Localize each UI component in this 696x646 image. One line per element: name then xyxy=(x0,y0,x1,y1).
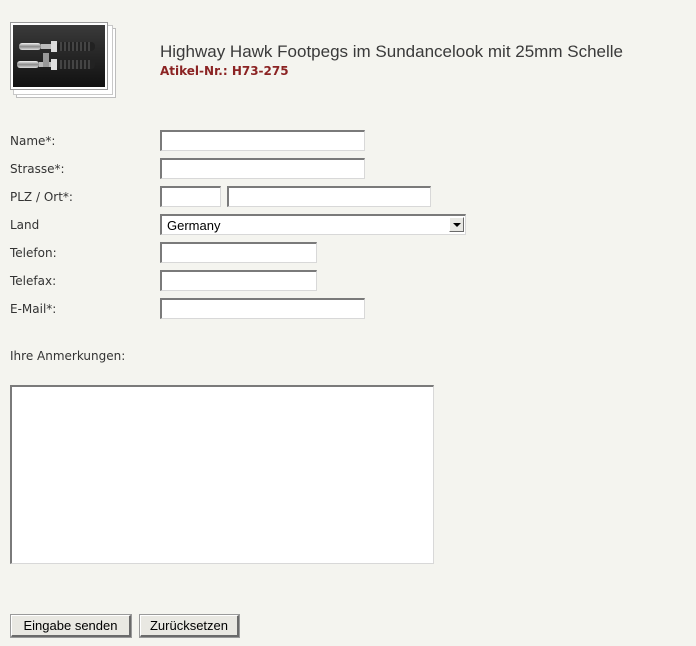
product-thumbnail[interactable] xyxy=(10,22,116,98)
country-select[interactable]: Germany xyxy=(160,214,466,235)
article-number: Atikel-Nr.: H73-275 xyxy=(160,64,289,78)
submit-button[interactable]: Eingabe senden xyxy=(10,614,132,638)
zip-city-label: PLZ / Ort*: xyxy=(10,190,73,204)
zip-input[interactable] xyxy=(160,186,221,207)
product-image xyxy=(10,22,108,90)
remarks-label: Ihre Anmerkungen: xyxy=(10,349,126,363)
country-label: Land xyxy=(10,218,40,232)
email-label: E-Mail*: xyxy=(10,302,57,316)
fax-label: Telefax: xyxy=(10,274,57,288)
country-selected-value: Germany xyxy=(167,218,221,233)
phone-label: Telefon: xyxy=(10,246,57,260)
footpeg-image-icon xyxy=(13,25,105,87)
product-title: Highway Hawk Footpegs im Sundancelook mi… xyxy=(160,42,623,61)
name-input[interactable] xyxy=(160,130,365,151)
fax-input[interactable] xyxy=(160,270,317,291)
city-input[interactable] xyxy=(227,186,431,207)
phone-input[interactable] xyxy=(160,242,317,263)
reset-button[interactable]: Zurücksetzen xyxy=(139,614,240,638)
email-input[interactable] xyxy=(160,298,365,319)
dropdown-arrow-icon[interactable] xyxy=(449,217,464,232)
street-label: Strasse*: xyxy=(10,162,65,176)
street-input[interactable] xyxy=(160,158,365,179)
remarks-textarea[interactable] xyxy=(10,385,434,564)
name-label: Name*: xyxy=(10,134,56,148)
